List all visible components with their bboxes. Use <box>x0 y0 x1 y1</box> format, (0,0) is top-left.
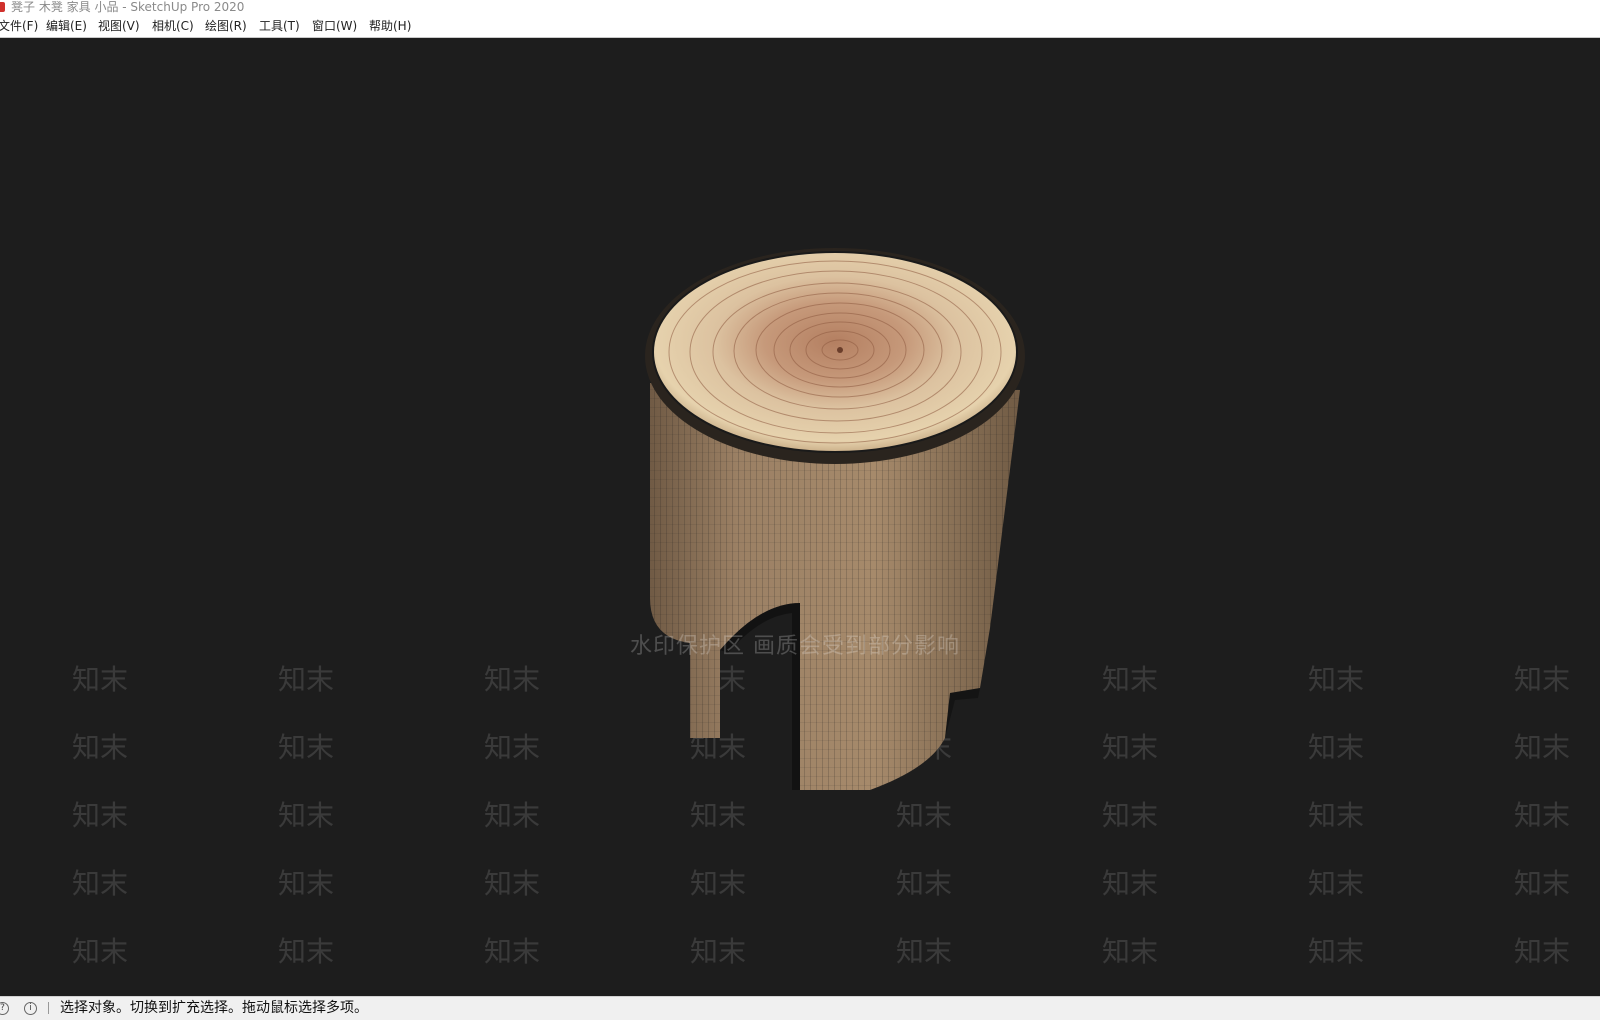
geo-location-icon[interactable]: ? <box>0 1002 9 1015</box>
menu-bar: 文件(F) 编辑(E) 视图(V) 相机(C) 绘图(R) 工具(T) 窗口(W… <box>0 15 1600 38</box>
menu-camera[interactable]: 相机(C) <box>152 15 194 37</box>
status-separator <box>48 1002 49 1014</box>
menu-file[interactable]: 文件(F) <box>0 15 38 37</box>
window-title: 凳子 木凳 家具 小品 - SketchUp Pro 2020 <box>11 0 245 14</box>
menu-window[interactable]: 窗口(W) <box>312 15 357 37</box>
menu-view[interactable]: 视图(V) <box>98 15 140 37</box>
menu-tools[interactable]: 工具(T) <box>259 15 300 37</box>
info-icon[interactable]: i <box>24 1002 37 1015</box>
stool-model[interactable] <box>0 38 1600 996</box>
menu-draw[interactable]: 绘图(R) <box>205 15 247 37</box>
menu-help[interactable]: 帮助(H) <box>369 15 411 37</box>
status-bar: ? i 选择对象。切换到扩充选择。拖动鼠标选择多项。 <box>0 996 1600 1020</box>
status-message: 选择对象。切换到扩充选择。拖动鼠标选择多项。 <box>60 1000 368 1016</box>
watermark-banner: 水印保护区 画质会受到部分影响 <box>630 634 960 659</box>
title-bar: 凳子 木凳 家具 小品 - SketchUp Pro 2020 <box>0 0 1600 15</box>
3d-viewport[interactable]: 知末 知末 知末 知末 知末 知末 知末 知末 知末 知末 知末 知末 知末 知末 知末 知末 知末 知末 知末 知末… <box>0 38 1600 996</box>
menu-edit[interactable]: 编辑(E) <box>46 15 87 37</box>
sketchup-app-icon <box>0 2 5 12</box>
